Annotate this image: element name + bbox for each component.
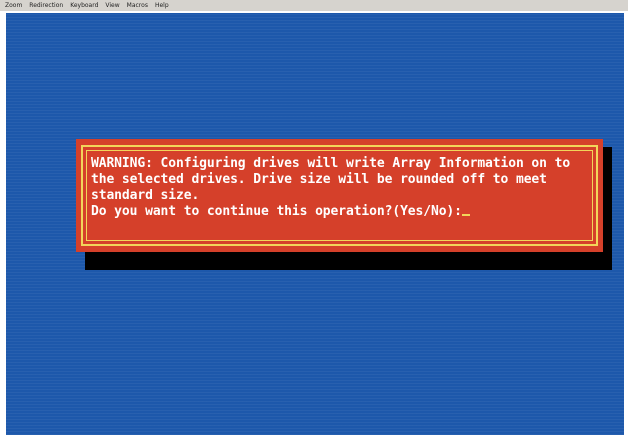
text-cursor	[461, 214, 470, 216]
menu-view[interactable]: View	[105, 2, 119, 9]
warning-line-3: standard size.	[91, 188, 200, 203]
confirm-prompt: Do you want to continue this operation?(…	[91, 204, 462, 219]
confirm-prompt-line[interactable]: Do you want to continue this operation?(…	[91, 204, 570, 220]
warning-line-1: WARNING: Configuring drives will write A…	[91, 156, 571, 171]
menu-keyboard[interactable]: Keyboard	[70, 2, 98, 9]
warning-line-2: the selected drives. Drive size will be …	[91, 172, 547, 187]
remote-console-window: Zoom Redirection Keyboard View Macros He…	[0, 0, 628, 440]
warning-dialog: WARNING: Configuring drives will write A…	[76, 139, 603, 252]
dialog-shadow	[85, 252, 612, 270]
menu-zoom[interactable]: Zoom	[5, 2, 22, 9]
menubar: Zoom Redirection Keyboard View Macros He…	[0, 0, 628, 11]
menu-macros[interactable]: Macros	[127, 2, 148, 9]
dialog-message: WARNING: Configuring drives will write A…	[91, 156, 570, 220]
menu-help[interactable]: Help	[155, 2, 169, 9]
menu-redirection[interactable]: Redirection	[29, 2, 63, 9]
